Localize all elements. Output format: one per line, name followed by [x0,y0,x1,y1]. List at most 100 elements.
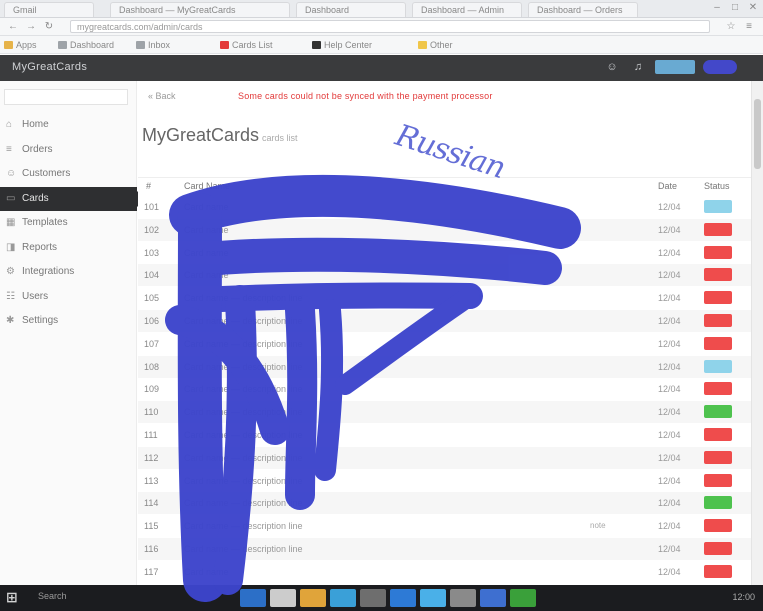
user-icon[interactable]: ☺ [603,60,621,74]
card-name-link[interactable]: Card name — description line [184,339,303,349]
bookmark-item[interactable]: Cards List [220,39,273,51]
scrollbar-thumb[interactable] [754,99,761,169]
browser-tab[interactable]: Dashboard — MyGreatCards [110,2,290,17]
sidebar-item-reports[interactable]: ◨ Reports [0,236,137,260]
bookmark-item[interactable]: Help Center [312,39,372,51]
table-row[interactable]: 109 Card name — description line 12/04 [138,378,751,400]
status-badge[interactable] [704,359,732,373]
column-header-date[interactable]: Date [658,181,677,191]
header-action-button[interactable] [655,60,695,74]
star-icon[interactable]: ☆ [724,20,738,33]
card-name-link[interactable]: Card name — description line [184,476,303,486]
card-name-link[interactable]: Card name — description line [184,498,303,508]
status-badge[interactable] [704,291,732,305]
table-row[interactable]: 104 Card name 12/04 [138,264,751,287]
taskbar-app-icon[interactable] [360,589,386,607]
system-clock[interactable]: 12:00 [732,592,755,602]
bookmark-item[interactable]: Dashboard [58,39,114,51]
table-row[interactable]: 103 Card name 12/04 [138,242,751,264]
card-name-link[interactable]: Card name [184,270,229,280]
status-badge[interactable] [704,222,732,236]
status-badge[interactable] [704,519,732,533]
browser-tab[interactable]: Dashboard — Admin [412,2,522,17]
status-badge[interactable] [704,382,732,396]
vertical-scrollbar[interactable] [751,81,763,585]
card-name-link[interactable]: Card name — description line [184,453,303,463]
browser-tab[interactable]: Dashboard [296,2,406,17]
card-name-link[interactable]: Card name [184,248,229,258]
table-row[interactable]: 107 Card name — description line 12/04 [138,333,751,355]
table-row[interactable]: 112 Card name — description line 12/04 [138,446,751,469]
status-badge[interactable] [704,200,732,213]
card-name-link[interactable]: Card name — description line [184,384,303,394]
sidebar-item-users[interactable]: ☷ Users [0,285,137,309]
table-row[interactable]: 116 Card name — description line 12/04 [138,538,751,560]
status-badge[interactable] [704,314,732,327]
minimize-icon[interactable]: – [711,2,723,14]
status-badge[interactable] [704,564,732,578]
card-name-link[interactable]: Card name — description line [184,362,303,372]
browser-tab[interactable]: Dashboard — Orders [528,2,638,17]
table-row[interactable]: 111 Card name — description line 12/04 [138,424,751,446]
taskbar-app-icon[interactable] [330,589,356,607]
table-row[interactable]: 114 Card name — description line 12/04 [138,492,751,515]
status-badge[interactable] [704,245,732,259]
sidebar-item-orders[interactable]: ≡ Orders [0,138,137,162]
bookmark-item[interactable]: Inbox [136,39,170,51]
status-badge[interactable] [704,496,732,510]
sidebar-item-cards[interactable]: ▭ Cards [0,186,145,211]
back-icon[interactable]: ← [6,20,20,33]
taskbar-app-icon[interactable] [240,589,266,607]
sidebar-item-templates[interactable]: ▦ Templates [0,211,137,235]
card-name-link[interactable]: Card name — description line [184,407,303,417]
start-icon[interactable]: ⊞ [6,589,18,606]
sidebar-item-home[interactable]: ⌂ Home [0,113,137,137]
table-row[interactable]: 108 Card name — description line 12/04 [138,355,751,378]
app-brand[interactable]: MyGreatCards [12,61,87,73]
sidebar-item-customers[interactable]: ☺ Customers [0,162,137,186]
taskbar-app-icon[interactable] [420,589,446,607]
table-row[interactable]: 115 Card name — description line 12/04 note [138,515,751,537]
card-name-link[interactable]: Card name [184,225,229,235]
table-row[interactable]: 117 Card name 12/04 [138,561,751,583]
header-profile-button[interactable] [703,60,737,74]
table-row[interactable]: 113 Card name — description line 12/04 [138,470,751,492]
status-badge[interactable] [704,428,732,441]
browser-tab[interactable]: Gmail [4,2,94,17]
card-name-link[interactable]: Card name — description line [184,316,303,326]
card-name-link[interactable]: Card name — description line [184,430,303,440]
status-badge[interactable] [704,542,732,555]
forward-icon[interactable]: → [24,20,38,33]
bell-icon[interactable]: ♫ [629,60,647,74]
reload-icon[interactable]: ↻ [42,20,56,33]
table-row[interactable]: 110 Card name — description line 12/04 [138,401,751,424]
maximize-icon[interactable]: □ [729,2,741,14]
table-row[interactable]: 105 Card name — description line 12/04 [138,287,751,309]
bookmark-item[interactable]: Apps [4,39,37,51]
status-badge[interactable] [704,473,732,487]
card-name-link[interactable]: Card name — description line [184,293,303,303]
status-badge[interactable] [704,268,732,282]
taskbar-app-icon[interactable] [300,589,326,607]
menu-icon[interactable]: ≡ [742,20,756,33]
column-header-id[interactable]: # [146,181,151,191]
sidebar-item-settings[interactable]: ✱ Settings [0,309,137,333]
card-name-link[interactable]: Card name — description line [184,521,303,531]
sidebar-item-integrations[interactable]: ⚙ Integrations [0,260,137,284]
status-badge[interactable] [704,405,732,419]
column-header-status[interactable]: Status [704,181,730,191]
taskbar-app-icon[interactable] [450,589,476,607]
table-row[interactable]: 101 Card name 12/04 [138,196,751,218]
status-badge[interactable] [704,450,732,464]
taskbar-app-icon[interactable] [270,589,296,607]
card-name-link[interactable]: Card name — description line [184,544,303,554]
table-row[interactable]: 102 Card name 12/04 [138,218,751,241]
card-name-link[interactable]: Card name [184,202,229,212]
column-header-name[interactable]: Card Name [184,181,230,191]
taskbar-app-icon[interactable] [480,589,506,607]
card-name-link[interactable]: Card name [184,567,229,577]
status-badge[interactable] [704,336,732,350]
taskbar-app-icon[interactable] [510,589,536,607]
close-icon[interactable]: ✕ [747,2,759,14]
sidebar-search-input[interactable] [4,89,128,105]
